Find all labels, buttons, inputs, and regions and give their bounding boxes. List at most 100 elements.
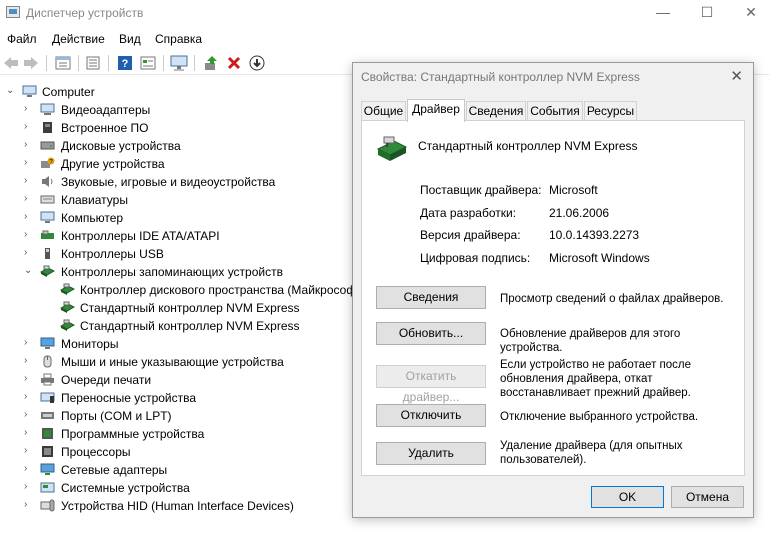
cancel-button[interactable]: Отмена bbox=[671, 486, 744, 508]
chevron-right-icon[interactable]: › bbox=[24, 409, 34, 420]
chevron-right-icon[interactable]: › bbox=[24, 157, 34, 168]
port-icon bbox=[40, 409, 55, 422]
chevron-down-icon[interactable]: ⌄ bbox=[6, 85, 16, 96]
menu-help[interactable]: Справка bbox=[155, 32, 202, 46]
forward-icon[interactable] bbox=[22, 54, 40, 72]
chevron-right-icon[interactable]: › bbox=[24, 193, 34, 204]
tree-item-label: Процессоры bbox=[61, 445, 131, 459]
tree-item-label: Переносные устройства bbox=[61, 391, 197, 405]
driver-tab-panel: Стандартный контроллер NVM Express Поста… bbox=[361, 120, 745, 476]
tab-events[interactable]: События bbox=[527, 101, 583, 121]
menu-view[interactable]: Вид bbox=[119, 32, 141, 46]
back-icon[interactable] bbox=[2, 54, 20, 72]
minimize-button[interactable]: — bbox=[640, 0, 686, 26]
computer-icon bbox=[40, 211, 55, 224]
chevron-right-icon[interactable]: › bbox=[24, 247, 34, 258]
details-view-icon[interactable] bbox=[139, 54, 157, 72]
tree-item-label: Встроенное ПО bbox=[61, 121, 149, 135]
disable-device-icon[interactable] bbox=[248, 54, 266, 72]
tree-item-label: Мыши и иные указывающие устройства bbox=[61, 355, 284, 369]
network-adapter-icon bbox=[40, 463, 55, 476]
properties-dialog: Свойства: Стандартный контроллер NVM Exp… bbox=[352, 62, 754, 518]
chevron-right-icon[interactable]: › bbox=[24, 211, 34, 222]
driver-details-button[interactable]: Сведения bbox=[376, 286, 486, 309]
driver-version-value: 10.0.14393.2273 bbox=[549, 228, 640, 242]
driver-details-desc: Просмотр сведений о файлах драйверов. bbox=[500, 293, 724, 305]
close-button[interactable]: ✕ bbox=[728, 0, 769, 26]
chevron-right-icon[interactable]: › bbox=[24, 391, 34, 402]
storage-controller-icon bbox=[376, 135, 408, 165]
monitor-icon bbox=[40, 337, 55, 350]
menu-file[interactable]: Файл bbox=[7, 32, 37, 46]
mouse-icon bbox=[40, 355, 55, 368]
chevron-right-icon[interactable]: › bbox=[24, 373, 34, 384]
disable-device-button[interactable]: Отключить bbox=[376, 404, 486, 427]
toolbar-separator bbox=[194, 55, 195, 71]
tab-driver[interactable]: Драйвер bbox=[407, 99, 465, 122]
uninstall-device-button[interactable]: Удалить bbox=[376, 442, 486, 465]
toolbar-separator bbox=[163, 55, 164, 71]
chevron-down-icon[interactable]: ⌄ bbox=[24, 265, 34, 276]
tree-item-label: Стандартный контроллер NVM Express bbox=[80, 319, 300, 333]
chevron-right-icon[interactable]: › bbox=[24, 463, 34, 474]
tab-resources[interactable]: Ресурсы bbox=[584, 101, 637, 121]
uninstall-device-desc: Удаление драйвера (для опытных пользоват… bbox=[500, 440, 683, 466]
tree-item-label: Контроллеры IDE ATA/ATAPI bbox=[61, 229, 220, 243]
tree-item-label: Контроллеры USB bbox=[61, 247, 164, 261]
tree-item-label: Стандартный контроллер NVM Express bbox=[80, 301, 300, 315]
chevron-right-icon[interactable]: › bbox=[24, 481, 34, 492]
update-driver-icon[interactable] bbox=[202, 54, 220, 72]
svg-text:?: ? bbox=[122, 58, 129, 70]
disk-drive-icon bbox=[40, 139, 55, 152]
scan-hardware-icon[interactable] bbox=[170, 54, 188, 72]
chevron-right-icon[interactable]: › bbox=[24, 121, 34, 132]
maximize-button[interactable]: ☐ bbox=[684, 0, 730, 26]
disable-device-desc: Отключение выбранного устройства. bbox=[500, 411, 699, 423]
chevron-right-icon[interactable]: › bbox=[24, 229, 34, 240]
update-driver-button[interactable]: Обновить... bbox=[376, 322, 486, 345]
other-device-icon: ? bbox=[40, 157, 55, 170]
chevron-right-icon[interactable]: › bbox=[24, 139, 34, 150]
digital-signer-label: Цифровая подпись: bbox=[420, 251, 531, 265]
firmware-icon bbox=[40, 121, 55, 134]
tree-item-label: Мониторы bbox=[61, 337, 119, 351]
processor-icon bbox=[40, 445, 55, 458]
dialog-close-button[interactable]: ✕ bbox=[730, 67, 743, 85]
chevron-right-icon[interactable]: › bbox=[24, 427, 34, 438]
tab-details[interactable]: Сведения bbox=[466, 101, 526, 121]
chevron-right-icon[interactable]: › bbox=[24, 499, 34, 510]
roll-back-driver-desc: Если устройство не работает после обновл… bbox=[500, 359, 692, 399]
storage-controller-icon bbox=[59, 301, 76, 314]
tree-item-label: Контроллер дискового пространства (Майкр… bbox=[80, 283, 366, 297]
tree-item-label: Очереди печати bbox=[61, 373, 152, 387]
tree-item-label: Сетевые адаптеры bbox=[61, 463, 168, 477]
chevron-right-icon[interactable]: › bbox=[24, 337, 34, 348]
tab-general[interactable]: Общие bbox=[361, 101, 406, 121]
tree-item-label: Клавиатуры bbox=[61, 193, 128, 207]
properties-view-icon[interactable] bbox=[54, 54, 72, 72]
dialog-title: Свойства: Стандартный контроллер NVM Exp… bbox=[361, 70, 640, 84]
help-icon[interactable]: ? bbox=[116, 54, 134, 72]
computer-icon bbox=[22, 85, 37, 98]
toolbar-separator bbox=[46, 55, 47, 71]
toolbar-separator bbox=[78, 55, 79, 71]
tree-item-label: Системные устройства bbox=[61, 481, 190, 495]
uninstall-device-icon[interactable] bbox=[225, 54, 243, 72]
chevron-right-icon[interactable]: › bbox=[24, 445, 34, 456]
chevron-right-icon[interactable]: › bbox=[24, 355, 34, 366]
menu-action[interactable]: Действие bbox=[52, 32, 105, 46]
ok-button[interactable]: OK bbox=[591, 486, 664, 508]
tree-item-label: Звуковые, игровые и видеоустройства bbox=[61, 175, 276, 189]
roll-back-driver-button[interactable]: Откатить драйвер... bbox=[376, 365, 486, 404]
driver-date-label: Дата разработки: bbox=[420, 206, 517, 220]
usb-icon bbox=[40, 247, 55, 260]
tree-item-label: Дисковые устройства bbox=[61, 139, 181, 153]
chevron-right-icon[interactable]: › bbox=[24, 103, 34, 114]
tree-item-label: Другие устройства bbox=[61, 157, 165, 171]
title-bar: Диспетчер устройств — ☐ ✕ bbox=[0, 0, 769, 26]
toolbar-separator bbox=[108, 55, 109, 71]
digital-signer-value: Microsoft Windows bbox=[549, 251, 650, 265]
hid-icon bbox=[40, 499, 55, 512]
chevron-right-icon[interactable]: › bbox=[24, 175, 34, 186]
list-view-icon[interactable] bbox=[84, 54, 102, 72]
